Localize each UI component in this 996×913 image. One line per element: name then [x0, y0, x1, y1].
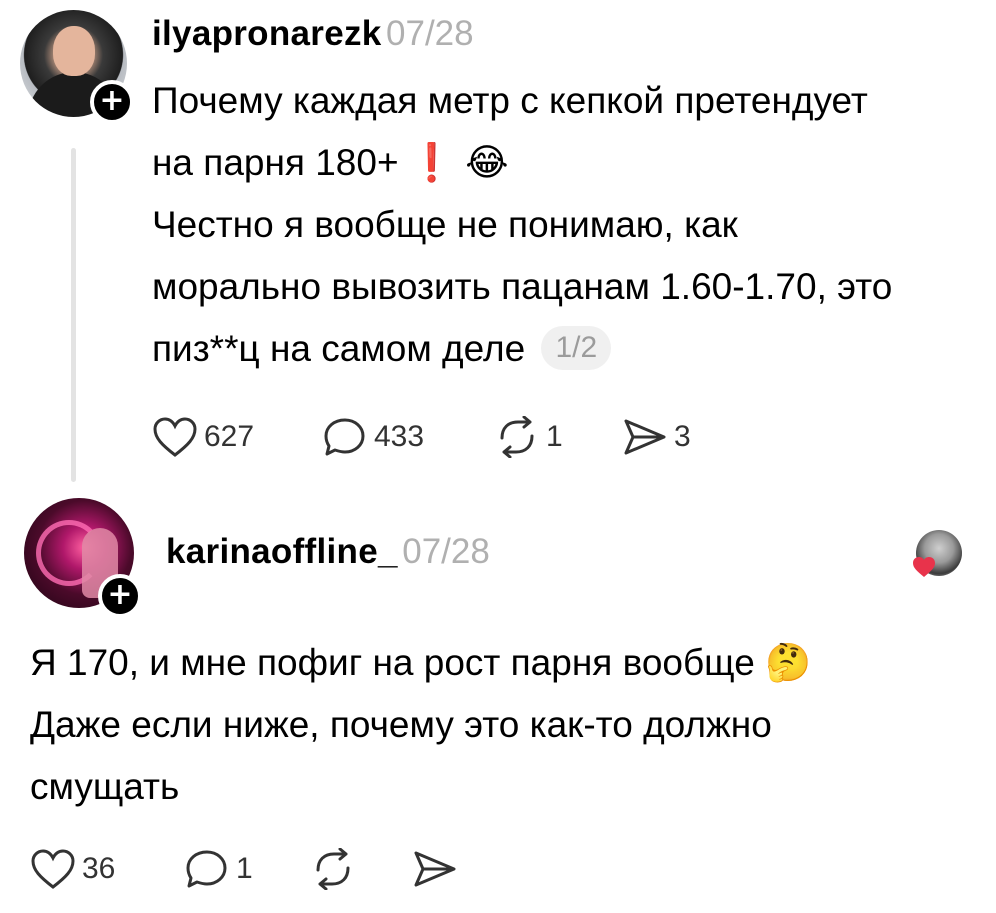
username[interactable]: ilyapronarezk: [152, 14, 382, 53]
repost-icon: [500, 416, 534, 458]
reply-count: 1: [236, 852, 253, 885]
post-date: 07/28: [386, 14, 474, 53]
repost-count: 1: [546, 420, 563, 453]
like-button[interactable]: 36: [30, 848, 115, 890]
follow-plus-icon[interactable]: +: [90, 80, 134, 124]
heart-icon: [153, 417, 197, 457]
post-line: на парня 180+ ❗ 😂: [152, 141, 509, 184]
repost-button[interactable]: 1: [494, 416, 563, 458]
exclamation-emoji: ❗: [408, 141, 455, 184]
reply-button[interactable]: 1: [184, 848, 253, 890]
like-button[interactable]: 627: [152, 416, 254, 458]
comment-icon: [324, 418, 365, 456]
post-body: Почему каждая метр с кепкой претендует н…: [152, 70, 996, 400]
post-date: 07/28: [402, 532, 490, 571]
repost-icon: [316, 848, 350, 890]
post-header: ilyapronarezk 07/28: [152, 14, 474, 54]
post-body: Я 170, и мне пофиг на рост парня вообще …: [30, 632, 970, 822]
laughing-emoji: 😂: [465, 141, 509, 184]
post-line: Я 170, и мне пофиг на рост парня вообще …: [30, 641, 812, 684]
repost-button[interactable]: [310, 848, 356, 890]
thread-connector-line: [71, 148, 76, 482]
comment-icon: [186, 850, 227, 888]
liked-heart-icon: [913, 557, 935, 577]
username[interactable]: karinaoffline_: [166, 532, 398, 571]
reply-button[interactable]: 433: [322, 416, 424, 458]
share-button[interactable]: [412, 848, 458, 890]
like-count: 36: [82, 852, 116, 885]
post-line: пиз**ц на самом деле 1/2: [152, 318, 612, 380]
post-line: Почему каждая метр с кепкой претендует: [152, 80, 868, 121]
thinking-emoji: 🤔: [765, 641, 812, 684]
post-line: Честно я вообще не понимаю, как: [152, 204, 738, 245]
post-line: морально вывозить пацанам 1.60-1.70, это: [152, 266, 893, 307]
heart-icon: [31, 849, 75, 889]
send-icon: [624, 419, 666, 455]
send-icon: [414, 851, 456, 887]
post-line: Даже если ниже, почему это как-то должно: [30, 704, 772, 745]
share-button[interactable]: 3: [622, 416, 691, 458]
follow-plus-icon[interactable]: +: [98, 574, 142, 618]
share-count: 3: [674, 420, 691, 453]
post-header: karinaoffline_ 07/28: [166, 532, 490, 572]
like-count: 627: [204, 420, 255, 453]
reply-count: 433: [374, 420, 425, 453]
page-indicator[interactable]: 1/2: [541, 326, 612, 370]
post-line: смущать: [30, 766, 180, 807]
avatar-head-shape: [53, 26, 95, 76]
